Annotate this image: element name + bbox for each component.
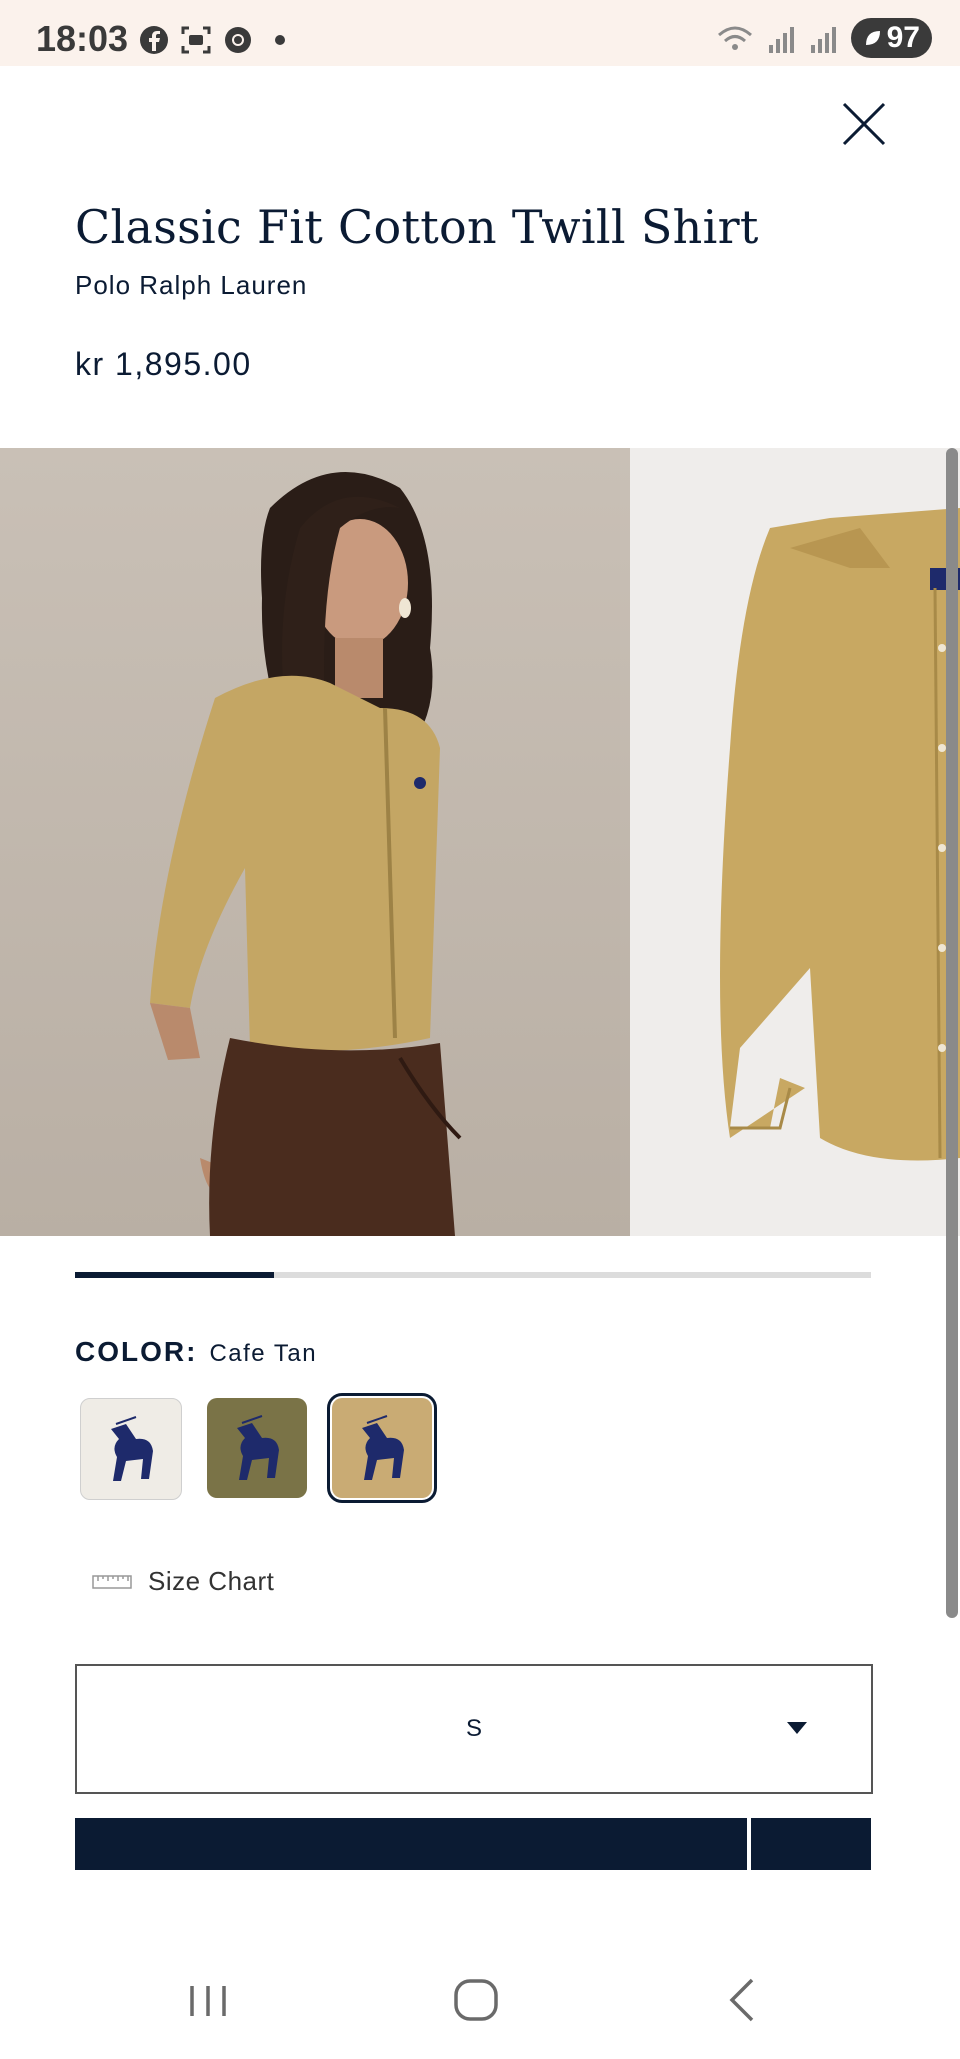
size-chart-link[interactable]: Size Chart (92, 1566, 274, 1597)
product-image-flat[interactable] (630, 448, 960, 1236)
product-image-model[interactable] (0, 448, 630, 1236)
ruler-icon (92, 1574, 132, 1589)
polo-logo-icon (237, 1415, 279, 1480)
size-select[interactable]: S (75, 1664, 873, 1794)
shirt-illustration (720, 508, 960, 1161)
status-time: 18:03 (36, 18, 129, 59)
color-row: COLOR: Cafe Tan (75, 1336, 317, 1368)
image-gallery[interactable] (0, 448, 960, 1236)
wifi-icon (717, 26, 752, 50)
add-to-bag-button[interactable] (75, 1818, 747, 1870)
signal-icon (768, 27, 794, 53)
home-icon[interactable] (446, 1970, 506, 2030)
dot-icon (275, 35, 285, 45)
polo-logo-icon (111, 1416, 153, 1481)
polo-logo-icon (362, 1415, 404, 1480)
facebook-icon (140, 26, 168, 54)
recent-apps-icon[interactable] (178, 1970, 238, 2030)
battery-level: 97 (886, 21, 920, 54)
status-bar: 18:03 97 (0, 0, 960, 66)
model-illustration (150, 472, 462, 1236)
status-right: 97 (715, 18, 932, 58)
swatch-white[interactable] (80, 1398, 182, 1500)
system-nav-bar (0, 1940, 960, 2059)
product-price: kr 1,895.00 (75, 346, 252, 382)
chrome-icon (225, 27, 251, 53)
page-scrollbar[interactable] (946, 448, 958, 1618)
wishlist-button[interactable] (751, 1818, 871, 1870)
battery-icon: 97 (850, 18, 932, 58)
swatch-olive[interactable] (207, 1398, 307, 1498)
caret-down-icon (787, 1722, 807, 1734)
back-icon[interactable] (714, 1970, 774, 2030)
size-chart-label: Size Chart (148, 1566, 275, 1596)
screenshot-icon (181, 26, 211, 54)
leaf-icon (865, 31, 880, 45)
swatch-cafe-tan[interactable] (327, 1393, 437, 1503)
close-icon[interactable] (836, 96, 892, 152)
gallery-progress (75, 1272, 871, 1278)
gallery-progress-fill (75, 1272, 274, 1278)
size-select-value: S (465, 1715, 482, 1742)
signal-r-icon (810, 27, 836, 53)
color-value: Cafe Tan (209, 1340, 318, 1367)
color-label: COLOR: (75, 1336, 198, 1367)
product-title: Classic Fit Cotton Twill Shirt (75, 200, 759, 254)
product-brand: Polo Ralph Lauren (75, 270, 308, 300)
